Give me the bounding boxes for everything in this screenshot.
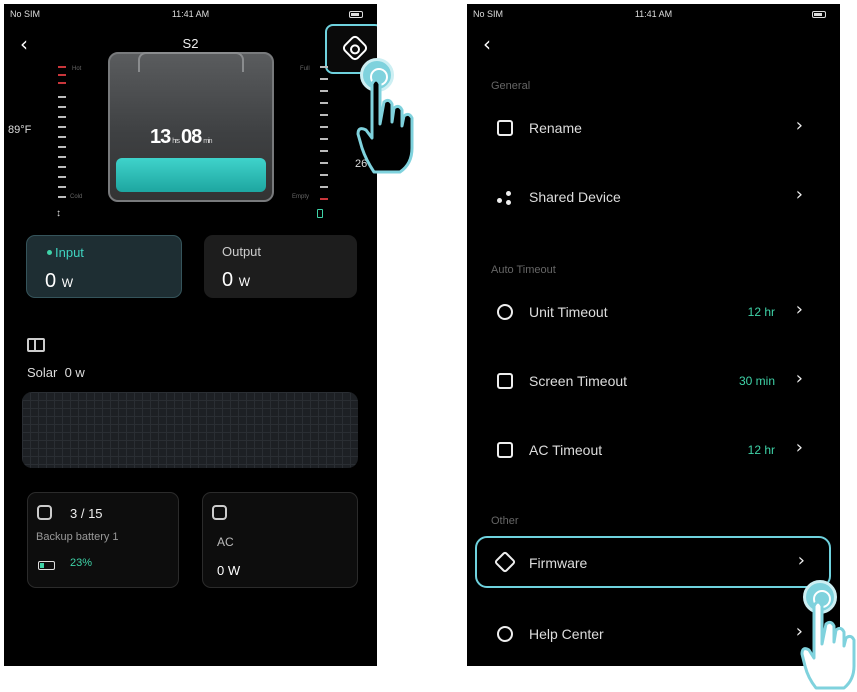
battery-count: 3 / 15 — [70, 506, 103, 521]
ac-timeout-label: AC Timeout — [529, 442, 603, 458]
unit-timeout-label: Unit Timeout — [529, 304, 608, 320]
section-general: General — [491, 80, 531, 92]
ac-timeout-value: 12 hr — [747, 443, 775, 457]
chevron-right-icon: › — [795, 184, 803, 205]
gear-icon — [340, 33, 370, 63]
edit-icon — [497, 120, 513, 136]
input-value: 0 W — [45, 270, 74, 292]
firmware-label: Firmware — [529, 555, 588, 571]
device-screen: No SIM 11:41 AM ‹ S2 Hot Cold 89°F ↕ Ful… — [4, 4, 377, 666]
rename-row[interactable]: Rename › — [485, 106, 827, 150]
solar-graph — [22, 392, 358, 468]
ac-outlet-icon — [497, 442, 513, 458]
chevron-right-icon: › — [795, 115, 803, 136]
chevron-right-icon: › — [795, 368, 803, 389]
solar-panel-icon — [27, 338, 45, 352]
unit-timeout-row[interactable]: Unit Timeout 12 hr › — [485, 290, 827, 334]
status-bar: No SIM 11:41 AM — [467, 6, 840, 22]
ac-value: 0 W — [217, 563, 241, 578]
clock: 11:41 AM — [171, 9, 210, 19]
charge-full-label: Full — [300, 66, 310, 72]
section-auto-timeout: Auto Timeout — [491, 264, 556, 276]
charge-empty-label: Empty — [292, 194, 310, 200]
clock: 11:41 AM — [634, 9, 673, 19]
output-value: 0 W — [222, 269, 251, 291]
battery-name: Backup battery 1 — [36, 531, 119, 543]
output-label: Output — [222, 244, 262, 259]
battery-percent: 23% — [70, 557, 93, 569]
remaining-time: 13 hrs 08 min — [150, 126, 213, 148]
active-dot — [47, 250, 52, 255]
chevron-right-icon: › — [795, 299, 803, 320]
temperature-scale — [58, 66, 68, 211]
firmware-row[interactable]: Firmware › — [475, 536, 831, 588]
refresh-icon — [497, 304, 513, 320]
temp-hot-label: Hot — [72, 66, 82, 72]
charge-scale — [320, 66, 330, 211]
temp-cold-label: Cold — [70, 194, 83, 200]
chevron-right-icon: › — [797, 550, 805, 571]
backup-battery-card[interactable]: 3 / 15 Backup battery 1 23% — [27, 492, 179, 588]
battery-small-icon — [317, 209, 323, 218]
rename-label: Rename — [529, 120, 582, 136]
ac-card[interactable]: AC 0 W — [202, 492, 358, 588]
solar-readout: Solar 0 w — [27, 365, 85, 380]
help-center-label: Help Center — [529, 626, 604, 642]
pointing-hand-icon — [800, 600, 856, 690]
pointing-hand-icon — [356, 78, 414, 174]
screen-timeout-label: Screen Timeout — [529, 373, 628, 389]
settings-screen: No SIM 11:41 AM ‹ General Rename › Share… — [467, 4, 840, 666]
battery-pack-icon — [37, 505, 52, 520]
unit-timeout-value: 12 hr — [747, 305, 775, 319]
status-bar: No SIM 11:41 AM — [4, 6, 377, 22]
screen-timeout-value: 30 min — [738, 374, 775, 388]
cube-icon — [493, 550, 517, 574]
battery-icon — [349, 11, 363, 18]
input-card[interactable]: Input 0 W — [26, 235, 182, 298]
help-center-row[interactable]: Help Center › — [485, 612, 827, 656]
page-title: S2 — [182, 36, 199, 51]
ac-timeout-row[interactable]: AC Timeout 12 hr › — [485, 428, 827, 472]
shared-device-label: Shared Device — [529, 189, 621, 205]
input-label: Input — [55, 245, 84, 260]
output-card[interactable]: Output 0 W — [204, 235, 357, 298]
screen-timeout-row[interactable]: Screen Timeout 30 min › — [485, 359, 827, 403]
thermometer-icon: ↕ — [56, 208, 61, 219]
power-station-image: 13 hrs 08 min — [108, 52, 274, 202]
ac-label: AC — [217, 535, 234, 549]
temperature-value: 89°F — [8, 124, 32, 136]
battery-icon — [812, 11, 826, 18]
share-icon — [497, 189, 513, 205]
shared-device-row[interactable]: Shared Device › — [485, 175, 827, 219]
battery-level-icon — [38, 561, 55, 570]
ac-outlet-icon — [212, 505, 227, 520]
back-button[interactable]: ‹ — [483, 32, 491, 56]
chevron-right-icon: › — [795, 437, 803, 458]
screen-icon — [497, 373, 513, 389]
charge-fill — [116, 158, 266, 192]
help-icon — [497, 626, 513, 642]
section-other: Other — [491, 515, 519, 527]
